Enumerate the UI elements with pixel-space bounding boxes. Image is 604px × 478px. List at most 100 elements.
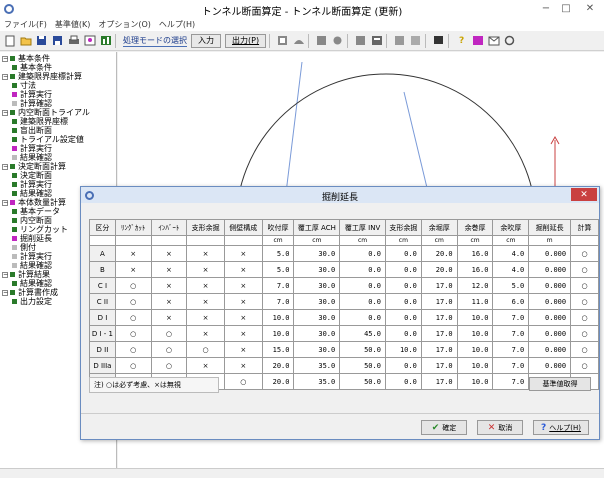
table-cell[interactable]: 30.0 (293, 309, 341, 326)
table-cell[interactable]: 17.0 (420, 309, 458, 326)
menu-help[interactable]: ヘルプ(H) (159, 19, 195, 30)
table-cell[interactable]: ○ (570, 309, 599, 326)
table-cell[interactable]: 0.0 (339, 261, 386, 278)
table-cell[interactable]: 17.0 (420, 357, 458, 374)
table-cell[interactable]: 0.000 (528, 309, 572, 326)
save-as-icon[interactable] (51, 34, 64, 47)
shape-icon[interactable] (292, 34, 305, 47)
table-cell[interactable]: × (223, 325, 263, 342)
table-cell[interactable]: 5.0 (492, 277, 530, 294)
table-cell[interactable]: 17.0 (420, 293, 458, 310)
table-cell[interactable]: 10.0 (456, 341, 494, 358)
table-cell[interactable]: × (150, 309, 188, 326)
table-cell[interactable]: 0.0 (339, 309, 386, 326)
table-cell[interactable]: ○ (150, 357, 188, 374)
ok-button[interactable]: ✔ 確定 (421, 420, 467, 435)
table-cell[interactable]: 0.0 (384, 373, 422, 390)
table-cell[interactable]: 7.0 (492, 357, 530, 374)
output-button[interactable]: 出力(P) (225, 33, 267, 48)
collapse-toggle-icon[interactable]: − (2, 199, 8, 206)
table-cell[interactable]: 10.0 (456, 357, 494, 374)
table-cell[interactable]: ○ (150, 341, 188, 358)
table-cell[interactable]: × (150, 261, 188, 278)
view-icon[interactable] (315, 34, 328, 47)
table-cell[interactable]: × (150, 277, 188, 294)
table-cell[interactable]: 17.0 (420, 373, 458, 390)
table-cell[interactable]: ○ (570, 245, 599, 262)
table-cell[interactable]: ○ (114, 293, 152, 310)
chart-icon[interactable] (99, 34, 112, 47)
table-icon[interactable] (393, 34, 406, 47)
table-cell[interactable]: ○ (570, 341, 599, 358)
menu-standard[interactable]: 基準値(K) (55, 19, 91, 30)
monitor-icon[interactable] (432, 34, 445, 47)
table-cell[interactable]: 0.000 (528, 277, 572, 294)
table-cell[interactable]: 0.000 (528, 341, 572, 358)
dialog-close-button[interactable]: ✕ (571, 188, 597, 201)
help-button[interactable]: ? ヘルプ(H) (533, 420, 589, 435)
table-cell[interactable]: ○ (570, 357, 599, 374)
table-cell[interactable]: 0.0 (339, 293, 386, 310)
table-cell[interactable]: ○ (186, 341, 225, 358)
open-folder-icon[interactable] (19, 34, 32, 47)
table-cell[interactable]: 20.0 (261, 373, 295, 390)
table-cell[interactable]: × (223, 261, 263, 278)
table-cell[interactable]: × (150, 293, 188, 310)
table-cell[interactable]: 7.0 (492, 373, 530, 390)
collapse-toggle-icon[interactable]: − (2, 73, 8, 80)
table-cell[interactable]: 7.0 (492, 325, 530, 342)
table-cell[interactable]: × (186, 357, 225, 374)
minimize-button[interactable]: − (536, 0, 556, 17)
new-file-icon[interactable] (3, 34, 16, 47)
collapse-toggle-icon[interactable]: − (2, 271, 8, 278)
table-cell[interactable]: 20.0 (420, 261, 458, 278)
tree-item[interactable]: − 基本条件 (0, 54, 116, 63)
table-cell[interactable]: 30.0 (293, 261, 341, 278)
table-cell[interactable]: 4.0 (492, 261, 530, 278)
table-cell[interactable]: ○ (223, 373, 263, 390)
table-cell[interactable]: 0.000 (528, 293, 572, 310)
table-cell[interactable]: 30.0 (293, 325, 341, 342)
table-cell[interactable]: ○ (570, 261, 599, 278)
menu-file[interactable]: ファイル(F) (4, 19, 47, 30)
tree-item[interactable]: 寸法 (0, 81, 116, 90)
table-cell[interactable]: 16.0 (456, 245, 494, 262)
table-cell[interactable]: × (114, 261, 152, 278)
table-cell[interactable]: 15.0 (261, 341, 295, 358)
table-cell[interactable]: ○ (150, 325, 188, 342)
table-cell[interactable]: 5.0 (261, 261, 295, 278)
tree-item[interactable]: 結果確認 (0, 153, 116, 162)
tree-item[interactable]: 盲出断面 (0, 126, 116, 135)
tree-item[interactable]: − 内空断面トライアル (0, 108, 116, 117)
tree-item[interactable]: 建築限界座標 (0, 117, 116, 126)
table-cell[interactable]: 0.0 (384, 309, 422, 326)
table-cell[interactable]: 0.000 (528, 245, 572, 262)
table-cell[interactable]: 10.0 (261, 309, 295, 326)
tree-item[interactable]: 計算確認 (0, 99, 116, 108)
table-cell[interactable]: 20.0 (261, 357, 295, 374)
input-mode-button[interactable]: 入力 (191, 33, 221, 48)
table-cell[interactable]: × (186, 245, 225, 262)
tree-item[interactable]: − 決定断面計算 (0, 162, 116, 171)
table-cell[interactable]: 0.000 (528, 357, 572, 374)
table-cell[interactable]: ○ (570, 293, 599, 310)
tree-item[interactable]: 計算実行 (0, 90, 116, 99)
info-icon[interactable] (471, 34, 484, 47)
table-cell[interactable]: 30.0 (293, 341, 341, 358)
collapse-toggle-icon[interactable]: − (2, 163, 8, 170)
table-cell[interactable]: 16.0 (456, 261, 494, 278)
tree-item[interactable]: 決定断面 (0, 171, 116, 180)
table-cell[interactable]: 0.000 (528, 261, 572, 278)
stack-icon[interactable] (370, 34, 383, 47)
table-cell[interactable]: × (223, 357, 263, 374)
table-cell[interactable]: ○ (114, 341, 152, 358)
maximize-button[interactable]: □ (556, 0, 576, 17)
tree-item[interactable]: − 建築限界座標計算 (0, 72, 116, 81)
table-cell[interactable]: × (114, 245, 152, 262)
tree-item[interactable]: 計算実行 (0, 144, 116, 153)
table-cell[interactable]: 10.0 (456, 309, 494, 326)
table-cell[interactable]: ○ (114, 325, 152, 342)
table-cell[interactable]: × (223, 293, 263, 310)
circle-icon[interactable] (331, 34, 344, 47)
table-cell[interactable]: × (186, 277, 225, 294)
